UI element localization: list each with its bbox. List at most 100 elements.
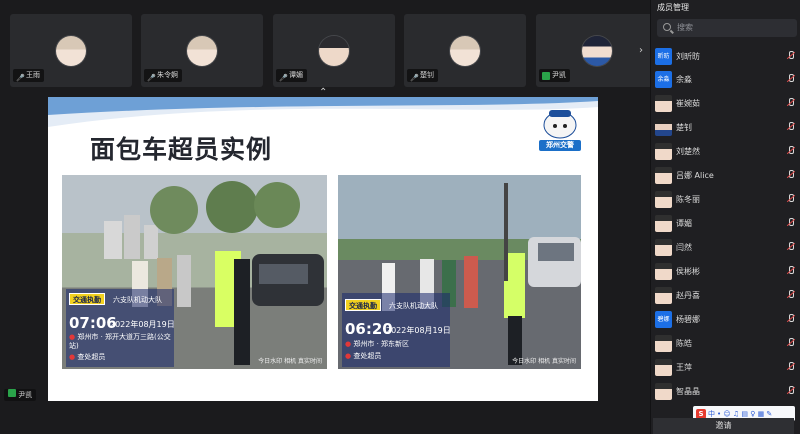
video-tile[interactable]: 🎤 王雨 [10,14,132,87]
mic-muted-icon[interactable] [787,146,794,156]
mic-muted-icon[interactable] [787,338,794,348]
mic-muted-icon[interactable] [787,122,794,132]
member-row[interactable]: 闫然 [655,237,797,257]
slide-header-wave [48,97,598,127]
member-row[interactable]: 陈冬丽 [655,189,797,209]
watermark: 今日水印 相机 真实时间 [512,358,576,365]
mic-muted-icon[interactable] [787,314,794,324]
member-row[interactable]: 刘楚然 [655,141,797,161]
duty-tag: 交通执勤 [345,299,381,311]
avatar [655,190,672,208]
mic-muted-icon[interactable] [787,194,794,204]
participant-avatar [319,36,349,66]
user-icon: 🎤 [147,73,156,82]
avatar [655,358,672,376]
video-tile[interactable]: 🎤 朱令婀 [141,14,263,87]
member-row[interactable]: 谭媚 [655,213,797,233]
location-pin-icon: ● [345,340,352,348]
video-tile[interactable]: 🎤 楚钊 [404,14,526,87]
member-row[interactable]: 侯彬彬 [655,261,797,281]
avatar [655,286,672,304]
avatar [655,382,672,400]
slide-title: 面包车超员实例 [90,135,273,164]
photo-location: ● 郑州市 · 郑东新区 [345,340,410,348]
avatar: 余淼 [655,70,672,88]
participant-avatar [450,36,480,66]
participant-avatar [582,36,612,66]
participant-name-tag: 🎤 楚钊 [407,69,438,82]
avatar [655,334,672,352]
unit-label: 六支队机动大队 [113,296,162,304]
toolbar-icons: • ☺ ♫ ▤ ♀ ▦ ✎ [717,409,773,418]
participant-name-tag: 尹凯 [539,69,570,82]
chevron-right-icon[interactable]: › [639,45,643,56]
participant-avatar [56,36,86,66]
avatar [655,118,672,136]
location-pin-icon: ● [69,353,76,361]
watermark: 今日水印 相机 真实时间 [258,358,322,365]
participant-avatar [187,36,217,66]
avatar [655,214,672,232]
photo-date: 2022年08月19日 [110,320,175,329]
panel-title: 成员管理 [657,3,689,12]
avatar [655,142,672,160]
mic-muted-icon[interactable] [787,266,794,276]
shared-slide: 面包车超员实例 郑州交警 交通执勤 六支队机动大队 07:06 2022年08月… [48,97,598,401]
mic-muted-icon[interactable] [787,218,794,228]
mic-muted-icon[interactable] [787,170,794,180]
participant-name-tag: 🎤 朱令婀 [144,69,182,82]
evidence-photo: 交通执勤 六支队机动大队 07:06 2022年08月19日 ● 郑州市 · 郑… [62,175,327,369]
mic-muted-icon[interactable] [787,386,794,396]
ime-mode: 中 [708,409,715,418]
user-icon: 🎤 [16,73,25,82]
mic-muted-icon[interactable] [787,74,794,84]
participant-name-tag: 🎤 王雨 [13,69,44,82]
mic-muted-icon[interactable] [787,242,794,252]
screen-share-icon [542,71,550,80]
avatar: 碧娜 [655,310,672,328]
mic-muted-icon[interactable] [787,51,794,61]
participant-name-tag: 🎤 谭媚 [276,69,307,82]
member-search-input[interactable]: 搜索 [657,19,797,37]
location-pin-icon: ● [345,352,352,360]
avatar [655,238,672,256]
search-icon [663,23,671,31]
duty-tag: 交通执勤 [69,293,105,305]
member-row[interactable]: 智晶晶 [655,381,797,401]
member-management-panel: 成员管理 搜索 昕昉 刘昕昉 余淼 余淼 崔婉茹 楚钊 刘楚然 吕娜 Alice 陈… [650,0,800,434]
video-tile[interactable]: 🎤 谭媚 [273,14,395,87]
police-logo: 郑州交警 [535,105,585,153]
evidence-photo: 交通执勤 六支队机动大队 06:20 2022年08月19日 ● 郑州市 · 郑… [338,175,581,369]
member-row[interactable]: 余淼 余淼 [655,69,797,89]
screen-share-icon [8,389,16,397]
member-row[interactable]: 碧娜 杨碧娜 [655,309,797,329]
photo-location: ● 郑州市 · 郑开大道万三路(公交站) [69,333,171,350]
user-icon: 🎤 [410,73,419,82]
video-strip: 🎤 王雨 🎤 朱令婀 🎤 谭媚 🎤 楚钊 尹凯 › [0,0,658,90]
avatar [655,166,672,184]
member-row[interactable]: 陈皓 [655,333,797,353]
avatar: 昕昉 [655,47,672,65]
photo-date: 2022年08月19日 [386,326,451,335]
photo-action: ● 查处超员 [345,352,382,360]
member-row[interactable]: 王萍 [655,357,797,377]
meeting-window: 🎤 王雨 🎤 朱令婀 🎤 谭媚 🎤 楚钊 尹凯 › ⌃ 面包车超员实例 郑州交警 交通执… [0,0,800,434]
photo-action: ● 查处超员 [69,353,106,361]
member-row[interactable]: 赵丹喜 [655,285,797,305]
unit-label: 六支队机动大队 [389,302,438,310]
sogou-icon: S [696,408,706,419]
local-user-tag: 尹凯 [4,389,37,401]
member-row[interactable]: 崔婉茹 [655,93,797,113]
mic-muted-icon[interactable] [787,290,794,300]
member-row[interactable]: 楚钊 [655,117,797,137]
member-row[interactable]: 昕昉 刘昕昉 [655,46,797,66]
avatar [655,262,672,280]
mic-muted-icon[interactable] [787,362,794,372]
invite-button[interactable]: 邀请 [653,418,794,434]
avatar [655,94,672,112]
user-icon: 🎤 [279,73,288,82]
mic-muted-icon[interactable] [787,98,794,108]
member-row[interactable]: 吕娜 Alice [655,165,797,185]
location-pin-icon: ● [69,333,76,341]
logo-text: 郑州交警 [539,140,581,151]
